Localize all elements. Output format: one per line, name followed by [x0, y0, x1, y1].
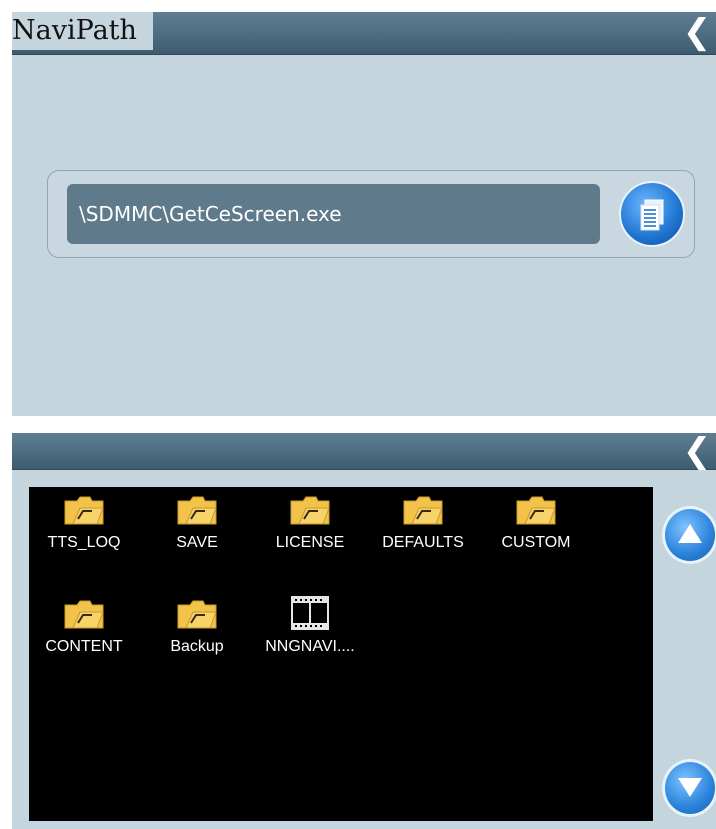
file-label: DEFAULTS [382, 534, 464, 551]
folder-item[interactable]: CUSTOM [481, 495, 591, 552]
arrow-up-icon [678, 524, 702, 543]
file-label: Backup [170, 638, 224, 655]
folder-item[interactable]: Backup [142, 599, 252, 656]
folder-item[interactable]: SAVE [142, 495, 252, 552]
folder-icon [290, 496, 330, 525]
film-file-icon [291, 596, 329, 630]
back-button[interactable]: ❮ [678, 12, 716, 52]
chevron-left-icon: ❮ [682, 433, 712, 471]
browse-button[interactable] [619, 181, 685, 247]
file-item[interactable]: NNGNAVI.... [255, 595, 365, 656]
file-label: TTS_LOQ [47, 534, 121, 551]
file-label: CUSTOM [501, 534, 571, 551]
folder-icon [177, 496, 217, 525]
file-label: SAVE [176, 534, 218, 551]
file-label: NNGNAVI.... [265, 638, 355, 655]
chevron-left-icon: ❮ [682, 12, 712, 52]
title-bar: ❮ [12, 433, 716, 470]
folder-item[interactable]: DEFAULTS [368, 495, 478, 552]
navipath-screen: NaviPath ❮ \SDMMC\GetCeScreen.exe [12, 12, 716, 416]
scroll-down-button[interactable] [662, 759, 716, 817]
path-field[interactable]: \SDMMC\GetCeScreen.exe [67, 184, 600, 244]
folder-icon [403, 496, 443, 525]
file-list: TTS_LOQ SAVE LICENSE DEFAULTS CUSTOM CON… [29, 487, 653, 821]
folder-item[interactable]: LICENSE [255, 495, 365, 552]
scroll-up-button[interactable] [662, 506, 716, 564]
file-label: LICENSE [275, 534, 345, 551]
folder-icon [177, 600, 217, 629]
title-bar: NaviPath ❮ [12, 12, 716, 55]
path-panel: \SDMMC\GetCeScreen.exe [47, 170, 695, 258]
back-button[interactable]: ❮ [678, 433, 716, 469]
document-icon [640, 199, 664, 231]
file-label: CONTENT [45, 638, 123, 655]
folder-icon [64, 600, 104, 629]
file-browser-screen: ❮ TTS_LOQ SAVE LICENSE DEFAULTS CUSTOM C… [12, 433, 716, 829]
folder-item[interactable]: CONTENT [29, 599, 139, 656]
folder-icon [516, 496, 556, 525]
page-title: NaviPath [12, 12, 153, 50]
arrow-down-icon [678, 778, 702, 797]
folder-icon [64, 496, 104, 525]
folder-item[interactable]: TTS_LOQ [29, 495, 139, 552]
